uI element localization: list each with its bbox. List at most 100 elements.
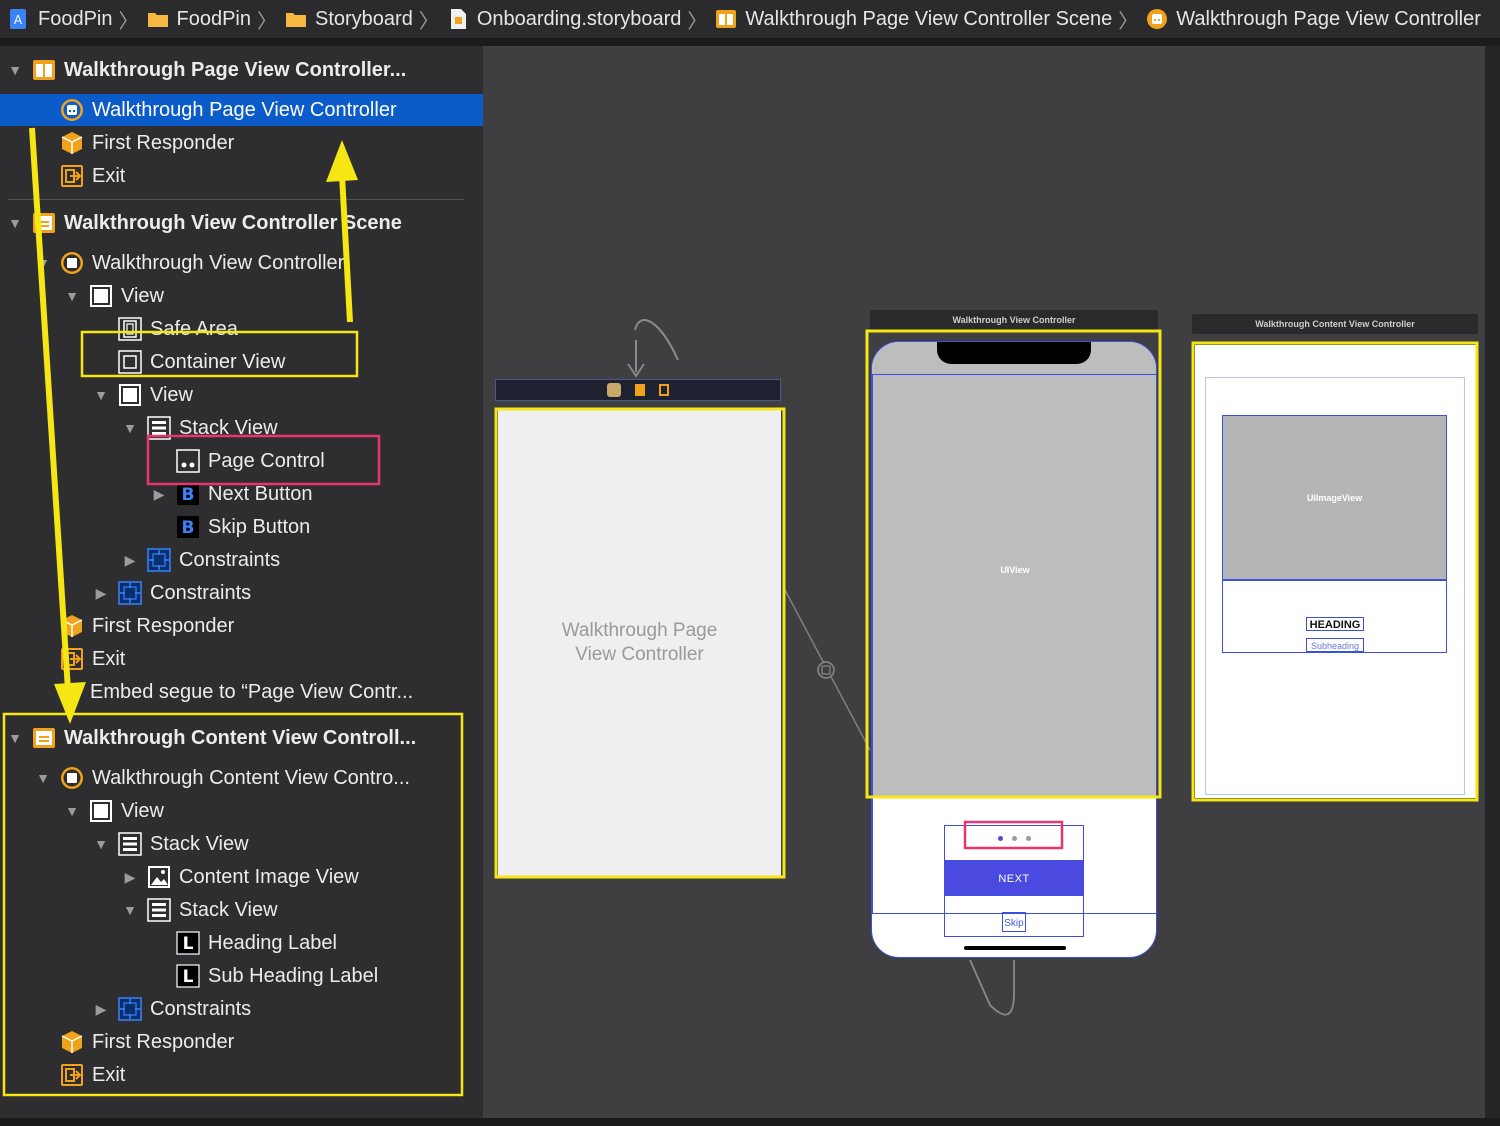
outline-item-page-view-controller[interactable]: Walkthrough Page View Controller xyxy=(0,94,483,126)
outline-item-label: View xyxy=(150,383,193,406)
disclosure-open-icon[interactable]: ▼ xyxy=(121,901,139,919)
scene-icon xyxy=(33,60,55,80)
breadcrumb-item-storyboard-folder[interactable]: Storyboard 〉 xyxy=(277,5,439,34)
content-vc-scene[interactable]: UIImageView HEADING Subheading xyxy=(1195,345,1476,798)
disclosure-closed-icon[interactable]: ▶ xyxy=(121,551,139,569)
content-image-view[interactable]: UIImageView xyxy=(1222,415,1447,580)
outline-scene-page-vc[interactable]: ▼ Walkthrough Page View Controller... xyxy=(6,55,406,85)
breadcrumb-item-folder[interactable]: FoodPin 〉 xyxy=(139,5,277,34)
disclosure-open-icon[interactable]: ▼ xyxy=(92,386,110,404)
outline-item-first-responder[interactable]: First Responder xyxy=(60,611,234,641)
outline-item-inner-view[interactable]: ▼ View xyxy=(92,380,193,410)
disclosure-open-icon[interactable]: ▼ xyxy=(63,802,81,820)
breadcrumb-item-project[interactable]: A FoodPin 〉 xyxy=(0,5,139,34)
stack-view-icon xyxy=(147,416,171,440)
outline-item-constraints-outer[interactable]: ▶ Constraints xyxy=(92,578,251,608)
disclosure-open-icon[interactable]: ▼ xyxy=(6,729,24,747)
disclosure-closed-icon[interactable]: ▶ xyxy=(150,485,168,503)
disclosure-open-icon[interactable]: ▼ xyxy=(6,61,24,79)
outline-item-next-button[interactable]: ▶ B Next Button xyxy=(150,479,313,509)
breadcrumb-item-storyboard-file[interactable]: Onboarding.storyboard 〉 xyxy=(439,5,707,34)
walkthrough-vc-scene-title[interactable]: Walkthrough View Controller xyxy=(870,310,1158,330)
folder-icon xyxy=(147,13,168,27)
outline-item-heading-label[interactable]: L Heading Label xyxy=(176,928,337,958)
exit-icon xyxy=(61,165,83,187)
button-icon: B xyxy=(177,483,199,505)
first-responder-cube-icon[interactable] xyxy=(635,384,645,396)
storyboard-canvas[interactable]: Walkthrough Page View Controller Walkthr… xyxy=(483,46,1485,1118)
disclosure-open-icon[interactable]: ▼ xyxy=(34,769,52,787)
outline-item-stack-view[interactable]: ▼ Stack View xyxy=(92,829,249,859)
outline-scene-content-vc[interactable]: ▼ Walkthrough Content View Controll... xyxy=(6,723,416,753)
disclosure-closed-icon[interactable]: ▶ xyxy=(92,584,110,602)
exit-icon[interactable] xyxy=(659,384,669,396)
view-icon xyxy=(90,800,112,822)
walkthrough-vc-phone[interactable]: UIView NEXT Skip xyxy=(871,341,1157,958)
page-dot xyxy=(1011,835,1017,841)
outline-item-label: Constraints xyxy=(150,581,252,604)
disclosure-open-icon[interactable]: ▼ xyxy=(34,254,52,272)
outline-item-label: Stack View xyxy=(179,416,278,439)
outline-item-first-responder[interactable]: First Responder xyxy=(60,128,234,158)
outline-item-label: Page Control xyxy=(208,449,325,472)
breadcrumb-item-view-controller[interactable]: Walkthrough Page View Controller xyxy=(1138,8,1481,31)
page-control[interactable] xyxy=(968,830,1060,846)
breadcrumb-label: Onboarding.storyboard xyxy=(476,7,682,30)
outline-item-view[interactable]: ▼ View xyxy=(63,281,164,311)
view-controller-icon[interactable] xyxy=(607,383,621,397)
outline-scene-walkthrough-vc[interactable]: ▼ Walkthrough View Controller Scene xyxy=(6,208,402,238)
label-icon: L xyxy=(176,931,200,955)
outline-item-label: Walkthrough View Controller xyxy=(92,251,345,274)
breadcrumb-item-scene[interactable]: Walkthrough Page View Controller Scene 〉 xyxy=(707,5,1138,34)
xcode-project-icon: A xyxy=(10,9,26,29)
disclosure-open-icon[interactable]: ▼ xyxy=(92,835,110,853)
breadcrumb-label: FoodPin xyxy=(176,7,252,30)
outline-item-exit[interactable]: Exit xyxy=(60,644,125,674)
outline-item-content-vc[interactable]: ▼ Walkthrough Content View Contro... xyxy=(34,763,410,793)
svg-text:A: A xyxy=(14,13,23,27)
outline-item-label: Sub Heading Label xyxy=(208,964,379,987)
button-icon: B xyxy=(177,516,199,538)
outline-item-sub-heading-label[interactable]: L Sub Heading Label xyxy=(176,961,378,991)
outline-item-stack-view[interactable]: ▼ Stack View xyxy=(121,413,278,443)
content-vc-scene-title[interactable]: Walkthrough Content View Controller xyxy=(1192,314,1478,334)
outline-item-page-control[interactable]: Page Control xyxy=(176,446,325,476)
outline-item-safe-area[interactable]: Safe Area xyxy=(118,314,238,344)
outline-item-view[interactable]: ▼ View xyxy=(63,796,164,826)
outline-item-constraints[interactable]: ▶ Constraints xyxy=(92,994,251,1024)
subheading-label[interactable]: Subheading xyxy=(1306,638,1364,652)
outline-item-exit[interactable]: Exit xyxy=(60,1060,125,1090)
heading-label[interactable]: HEADING xyxy=(1306,617,1364,631)
outline-item-label: Walkthrough Page View Controller xyxy=(92,98,397,121)
constraints-icon xyxy=(147,548,171,572)
disclosure-open-icon[interactable]: ▼ xyxy=(121,419,139,437)
first-responder-cube-icon xyxy=(61,1031,83,1053)
page-control-icon xyxy=(176,449,200,473)
page-vc-scene[interactable]: Walkthrough Page View Controller xyxy=(498,410,781,876)
outline-item-first-responder[interactable]: First Responder xyxy=(60,1027,234,1057)
outline-item-label: Embed segue to “Page View Contr... xyxy=(90,680,414,703)
disclosure-closed-icon[interactable]: ▶ xyxy=(121,868,139,886)
scene-title: Walkthrough Page View Controller... xyxy=(64,58,407,81)
outline-item-skip-button[interactable]: B Skip Button xyxy=(176,512,310,542)
outline-item-inner-stack-view[interactable]: ▼ Stack View xyxy=(121,895,278,925)
disclosure-open-icon[interactable]: ▼ xyxy=(6,214,24,232)
outline-item-content-image-view[interactable]: ▶ Content Image View xyxy=(121,862,359,892)
disclosure-open-icon[interactable]: ▼ xyxy=(63,287,81,305)
segue-icon xyxy=(63,683,81,701)
outline-item-walkthrough-vc[interactable]: ▼ Walkthrough View Controller xyxy=(34,248,344,278)
canvas-scrollbar-track[interactable] xyxy=(1485,46,1500,1118)
view-icon xyxy=(90,285,112,307)
outline-item-container-view[interactable]: Container View xyxy=(118,347,285,377)
disclosure-closed-icon[interactable]: ▶ xyxy=(92,1000,110,1018)
constraints-icon xyxy=(118,997,142,1021)
outline-item-exit[interactable]: Exit xyxy=(60,161,125,191)
page-vc-scene-dock[interactable] xyxy=(495,379,781,401)
outline-item-embed-segue[interactable]: Embed segue to “Page View Contr... xyxy=(62,677,413,707)
next-button[interactable]: NEXT xyxy=(944,860,1084,896)
skip-button[interactable]: Skip xyxy=(1002,912,1026,932)
outline-item-constraints-inner[interactable]: ▶ Constraints xyxy=(121,545,280,575)
outline-item-label: First Responder xyxy=(92,131,235,154)
outline-item-label: Container View xyxy=(150,350,286,373)
first-responder-cube-icon xyxy=(61,615,83,637)
